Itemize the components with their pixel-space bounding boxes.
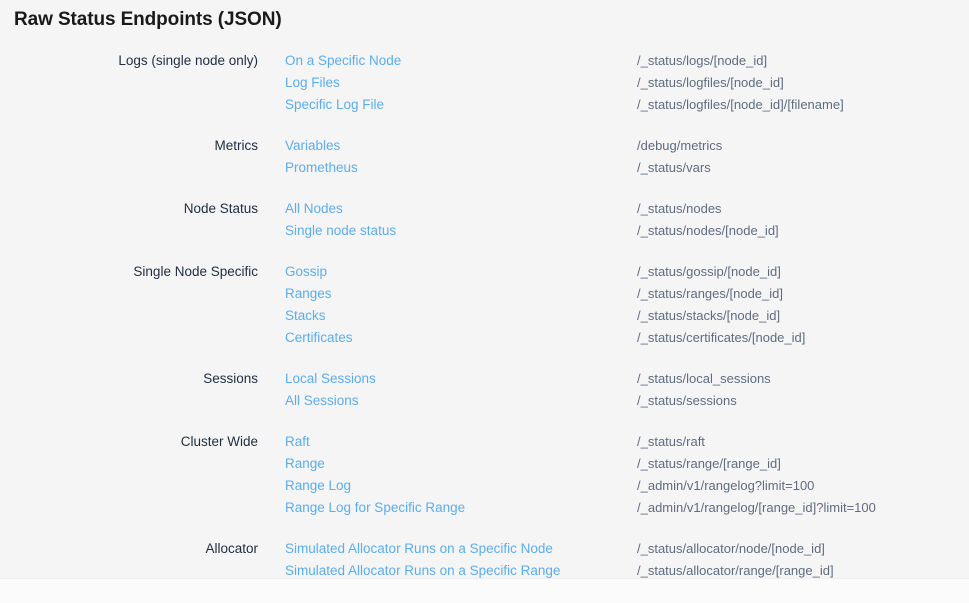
endpoint-url: /_status/vars xyxy=(637,157,711,179)
endpoint-url: /_status/nodes xyxy=(637,198,722,220)
endpoint-link[interactable]: All Sessions xyxy=(285,390,359,412)
endpoint-group: Sessions Local Sessions /_status/local_ses… xyxy=(0,368,969,412)
endpoint-url: /_status/raft xyxy=(637,431,705,453)
endpoint-url: /_status/range/[range_id] xyxy=(637,453,781,475)
endpoint-group: Allocator Simulated Allocator Runs on a S… xyxy=(0,538,969,582)
endpoint-category-label: Allocator xyxy=(0,538,258,560)
endpoint-row: Certificates /_status/certificates/[node_… xyxy=(0,327,969,349)
endpoint-row: Node Status All Nodes /_status/nodes xyxy=(0,198,969,220)
endpoint-category-label: Cluster Wide xyxy=(0,431,258,453)
content-panel: Raw Status Endpoints (JSON) Logs (single… xyxy=(0,0,969,578)
endpoint-link[interactable]: Local Sessions xyxy=(285,368,376,390)
endpoint-link[interactable]: Log Files xyxy=(285,72,340,94)
endpoint-category-label: Single Node Specific xyxy=(0,261,258,283)
endpoint-row: Range Log for Specific Range /_admin/v1/r… xyxy=(0,497,969,519)
endpoint-url: /_status/ranges/[node_id] xyxy=(637,283,783,305)
endpoint-link[interactable]: Range xyxy=(285,453,325,475)
endpoint-url: /_status/allocator/node/[node_id] xyxy=(637,538,825,560)
raw-status-endpoints-page: Raw Status Endpoints (JSON) Logs (single… xyxy=(0,0,969,603)
endpoint-group: Cluster Wide Raft /_status/raft Range /_stat… xyxy=(0,431,969,519)
endpoint-link[interactable]: Single node status xyxy=(285,220,396,242)
endpoint-row: Range /_status/range/[range_id] xyxy=(0,453,969,475)
endpoint-row: Logs (single node only) On a Specific Nod… xyxy=(0,50,969,72)
endpoint-link[interactable]: Stacks xyxy=(285,305,326,327)
endpoint-link[interactable]: Raft xyxy=(285,431,310,453)
endpoint-row: Ranges /_status/ranges/[node_id] xyxy=(0,283,969,305)
endpoint-row: Single Node Specific Gossip /_status/gossi… xyxy=(0,261,969,283)
endpoint-link[interactable]: Prometheus xyxy=(285,157,358,179)
endpoint-url: /_status/stacks/[node_id] xyxy=(637,305,780,327)
endpoint-category-label: Sessions xyxy=(0,368,258,390)
endpoint-row: Range Log /_admin/v1/rangelog?limit=100 xyxy=(0,475,969,497)
footer-strip xyxy=(0,578,969,603)
endpoint-category-label: Logs (single node only) xyxy=(0,50,258,72)
endpoint-row: Log Files /_status/logfiles/[node_id] xyxy=(0,72,969,94)
endpoint-link[interactable]: On a Specific Node xyxy=(285,50,401,72)
endpoint-link[interactable]: Range Log xyxy=(285,475,351,497)
page-title: Raw Status Endpoints (JSON) xyxy=(14,9,282,31)
endpoint-row: Stacks /_status/stacks/[node_id] xyxy=(0,305,969,327)
endpoint-url: /_status/logfiles/[node_id]/[filename] xyxy=(637,94,844,116)
endpoint-group: Logs (single node only) On a Specific Nod… xyxy=(0,50,969,116)
endpoint-url: /_status/certificates/[node_id] xyxy=(637,327,805,349)
endpoint-url: /_status/logfiles/[node_id] xyxy=(637,72,784,94)
endpoint-url: /_admin/v1/rangelog?limit=100 xyxy=(637,475,814,497)
endpoint-url: /_status/sessions xyxy=(637,390,737,412)
endpoint-link[interactable]: Certificates xyxy=(285,327,353,349)
endpoint-row: Sessions Local Sessions /_status/local_ses… xyxy=(0,368,969,390)
endpoint-group: Node StatusAll Nodes/_status/nodesSingle… xyxy=(0,198,969,242)
endpoint-url: /_status/logs/[node_id] xyxy=(637,50,767,72)
endpoint-link[interactable]: Variables xyxy=(285,135,340,157)
endpoint-url: /_status/nodes/[node_id] xyxy=(637,220,779,242)
endpoints-table: Logs (single node only) On a Specific Nod… xyxy=(0,50,969,582)
endpoint-row: Specific Log File /_status/logfiles/[node… xyxy=(0,94,969,116)
endpoint-group: Single Node Specific Gossip /_status/gossi… xyxy=(0,261,969,349)
endpoint-row: Prometheus /_status/vars xyxy=(0,157,969,179)
endpoint-row: Cluster Wide Raft /_status/raft xyxy=(0,431,969,453)
endpoint-url: /_status/gossip/[node_id] xyxy=(637,261,781,283)
endpoint-url: /_status/local_sessions xyxy=(637,368,771,390)
endpoint-row: All Sessions /_status/sessions xyxy=(0,390,969,412)
endpoint-row: Metrics Variables/debug/metrics xyxy=(0,135,969,157)
endpoint-link[interactable]: All Nodes xyxy=(285,198,343,220)
endpoint-url: /_admin/v1/rangelog/[range_id]?limit=100 xyxy=(637,497,876,519)
endpoint-url: /debug/metrics xyxy=(637,135,722,157)
endpoint-category-label: Node Status xyxy=(0,198,258,220)
endpoint-row: Single node status /_status/nodes/[node_i… xyxy=(0,220,969,242)
endpoint-category-label: Metrics xyxy=(0,135,258,157)
endpoint-group: MetricsVariables/debug/metricsPrometheus… xyxy=(0,135,969,179)
endpoint-link[interactable]: Gossip xyxy=(285,261,327,283)
endpoint-link[interactable]: Specific Log File xyxy=(285,94,384,116)
endpoint-link[interactable]: Simulated Allocator Runs on a Specific N… xyxy=(285,538,553,560)
endpoint-row: Allocator Simulated Allocator Runs on a S… xyxy=(0,538,969,560)
endpoint-link[interactable]: Range Log for Specific Range xyxy=(285,497,465,519)
endpoint-link[interactable]: Ranges xyxy=(285,283,332,305)
